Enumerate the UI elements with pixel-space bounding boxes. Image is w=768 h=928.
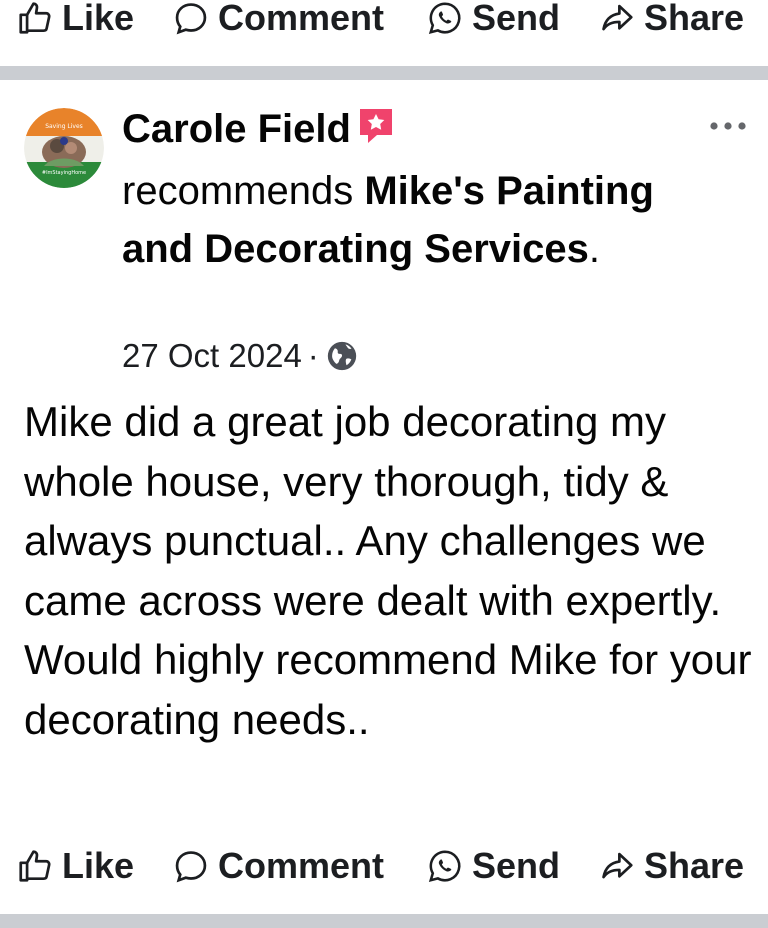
comment-icon bbox=[170, 845, 212, 887]
like-label: Like bbox=[62, 845, 135, 886]
recommendation-post: Saving Lives #ImStayingHome Carole Field… bbox=[0, 80, 768, 914]
ellipsis-icon bbox=[710, 122, 746, 130]
post-action-bar: Like Comment Send Share bbox=[0, 838, 768, 894]
post-body: Mike did a great job decorating my whole… bbox=[24, 398, 752, 743]
post-meta: 27 Oct 2024 · bbox=[122, 332, 359, 380]
page-name-suffix: . bbox=[588, 227, 600, 271]
feed-divider bbox=[0, 914, 768, 928]
author-name[interactable]: Carole Field bbox=[122, 107, 351, 151]
send-label: Send bbox=[472, 0, 561, 38]
comment-icon bbox=[170, 0, 212, 39]
globe-icon bbox=[325, 339, 359, 373]
share-label: Share bbox=[644, 845, 745, 886]
share-arrow-icon bbox=[596, 0, 638, 39]
avatar-caption-top: Saving Lives bbox=[45, 123, 83, 130]
comment-button[interactable]: Comment bbox=[170, 838, 384, 894]
feed-divider bbox=[0, 66, 768, 80]
whatsapp-icon bbox=[424, 845, 466, 887]
send-button[interactable]: Send bbox=[424, 838, 560, 894]
like-button[interactable]: Like bbox=[14, 0, 134, 46]
recommendation-badge-icon bbox=[357, 104, 395, 162]
post-date[interactable]: 27 Oct 2024 bbox=[122, 337, 302, 375]
avatar[interactable]: Saving Lives #ImStayingHome bbox=[24, 108, 104, 188]
thumbs-up-icon bbox=[14, 0, 56, 39]
more-options-button[interactable] bbox=[704, 108, 752, 144]
post-header: Carole Field recommends Mike's Painting … bbox=[122, 100, 682, 278]
comment-label: Comment bbox=[218, 845, 385, 886]
like-button[interactable]: Like bbox=[14, 838, 134, 894]
thumbs-up-icon bbox=[14, 845, 56, 887]
recommends-text: recommends bbox=[122, 169, 354, 213]
share-button[interactable]: Share bbox=[596, 0, 744, 46]
previous-post-action-bar: Like Comment Send Share bbox=[0, 0, 768, 46]
share-label: Share bbox=[644, 0, 745, 38]
send-label: Send bbox=[472, 845, 561, 886]
meta-separator: · bbox=[307, 337, 319, 374]
comment-label: Comment bbox=[218, 0, 385, 38]
like-label: Like bbox=[62, 0, 135, 38]
share-button[interactable]: Share bbox=[596, 838, 744, 894]
whatsapp-icon bbox=[424, 0, 466, 39]
avatar-caption-bottom: #ImStayingHome bbox=[42, 170, 86, 176]
send-button[interactable]: Send bbox=[424, 0, 560, 46]
share-arrow-icon bbox=[596, 845, 638, 887]
comment-button[interactable]: Comment bbox=[170, 0, 384, 46]
